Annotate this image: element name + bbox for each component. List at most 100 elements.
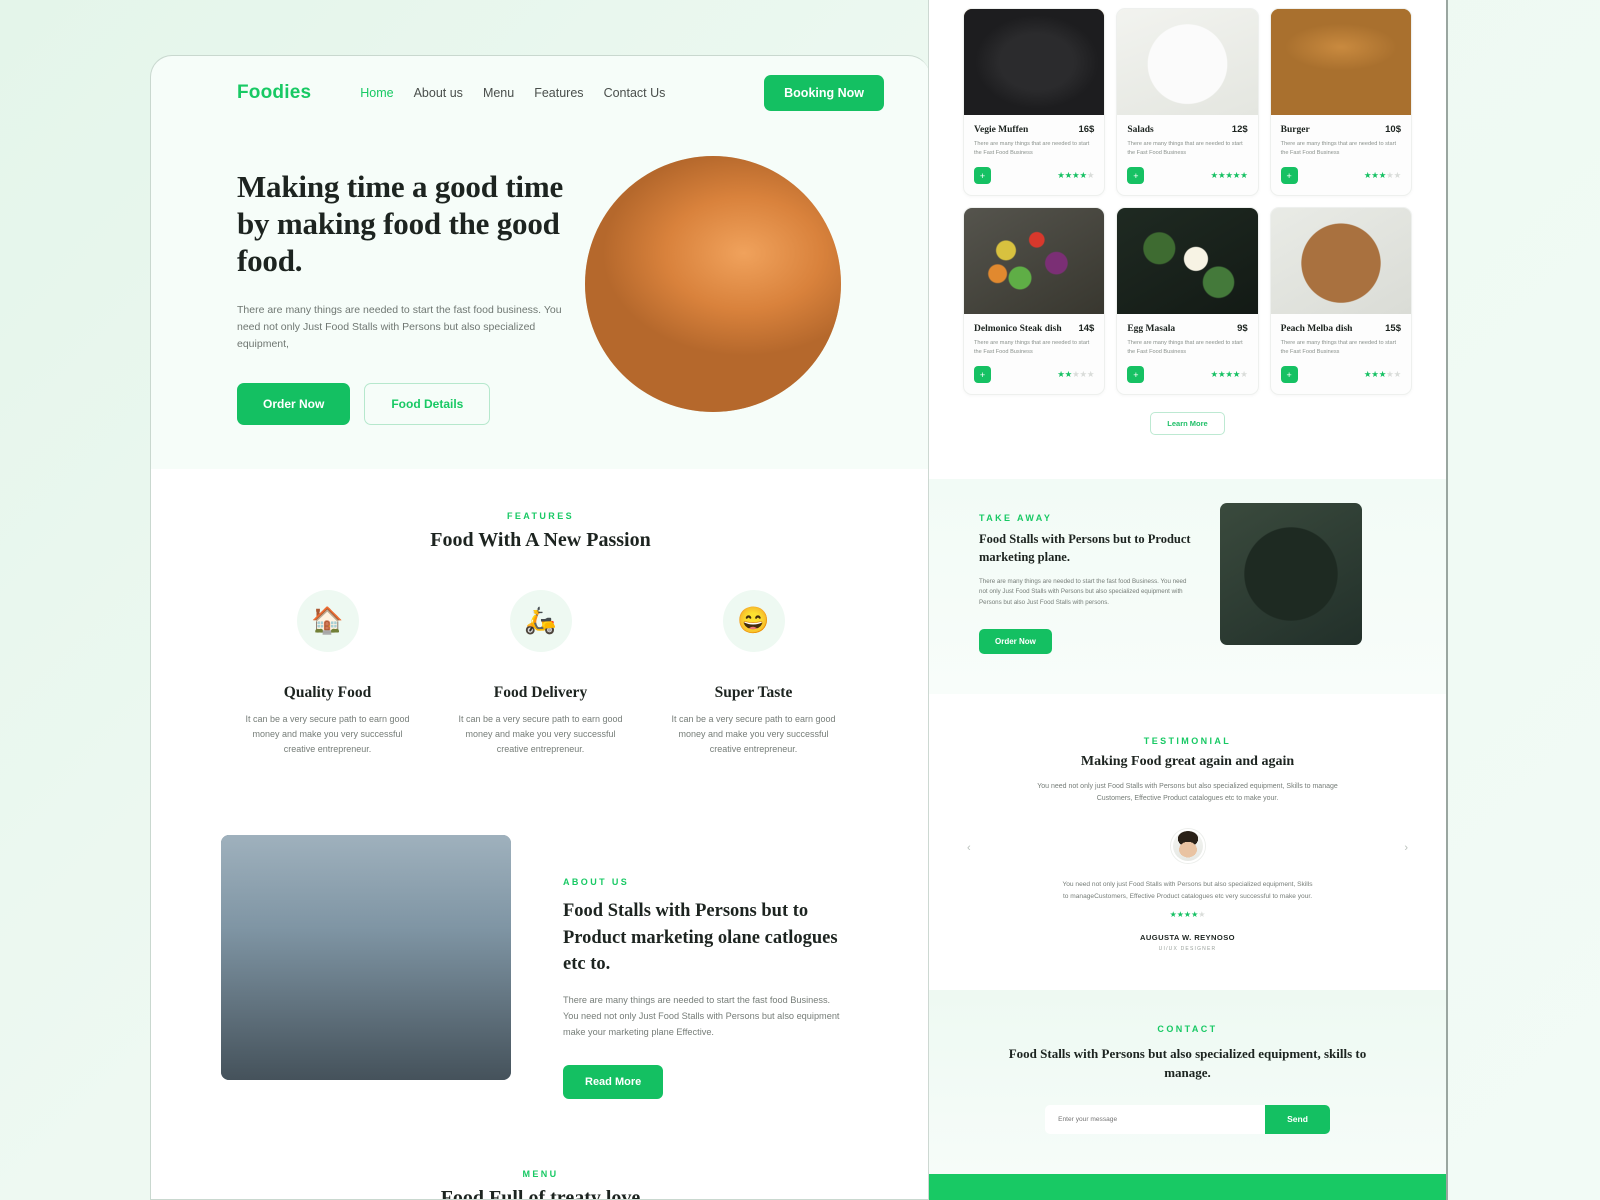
menu-eyebrow: MENU <box>522 1168 559 1179</box>
menu-card[interactable]: Delmonico Steak dish 14$ There are many … <box>963 207 1106 396</box>
carousel-next-arrow[interactable]: › <box>1404 842 1408 854</box>
takeaway-copy: TAKE AWAY Food Stalls with Persons but t… <box>979 513 1194 654</box>
scooter-delivery-icon: 🛵 <box>509 589 572 652</box>
nav-link-contact-us[interactable]: Contact Us <box>604 86 666 100</box>
lower-content-area: FEATURES Food With A New Passion 🏠 Quali… <box>151 468 930 1200</box>
menu-card[interactable]: Vegie Muffen 16$ There are many things t… <box>963 8 1106 197</box>
avatar <box>1170 829 1205 864</box>
learn-more-wrap: Learn More <box>929 412 1446 436</box>
takeaway-image <box>1220 503 1362 646</box>
menu-section-header: MENU Food Full of treaty love There are … <box>151 1168 930 1200</box>
send-button[interactable]: Send <box>1265 1104 1330 1134</box>
nav-link-features[interactable]: Features <box>534 86 583 100</box>
message-input[interactable] <box>1045 1104 1266 1134</box>
menu-card-image <box>1117 9 1258 115</box>
food-details-button[interactable]: Food Details <box>364 382 491 425</box>
hero-buttons: Order Now Food Details <box>237 382 567 425</box>
rating-stars: ★★★★★ <box>1363 369 1401 380</box>
brand-logo[interactable]: Foodies <box>237 82 311 104</box>
about-copy: ABOUT US Food Stalls with Persons but to… <box>563 835 853 1099</box>
about-eyebrow: ABOUT US <box>563 877 630 888</box>
add-to-cart-button[interactable]: + <box>1127 167 1145 185</box>
menu-card[interactable]: Burger 10$ There are many things that ar… <box>1269 8 1412 197</box>
hero-subtitle: There are many things are needed to star… <box>237 303 562 350</box>
menu-card-name: Burger <box>1280 125 1310 135</box>
menu-card-price: 14$ <box>1078 323 1095 335</box>
feature-card: 😄 Super Taste It can be a very secure pa… <box>647 589 860 758</box>
about-image <box>221 835 511 1081</box>
menu-card-price: 9$ <box>1237 323 1248 335</box>
testimonial-section: TESTIMONIAL Making Food great again and … <box>929 693 1446 990</box>
menu-card-desc: There are many things that are needed to… <box>974 141 1090 157</box>
grilled-chicken-photo <box>585 156 841 412</box>
add-to-cart-button[interactable]: + <box>1127 366 1145 384</box>
menu-card-price: 10$ <box>1385 124 1401 135</box>
menu-card[interactable]: Peach Melba dish 15$ There are many thin… <box>1269 207 1412 396</box>
smiling-face-icon: 😄 <box>722 589 785 652</box>
carousel-prev-arrow[interactable]: ‹ <box>967 842 971 854</box>
menu-card-name: Peach Melba dish <box>1280 324 1353 335</box>
testimonial-role: UI/UX DESIGNER <box>1158 945 1217 952</box>
menu-card-name: Egg Masala <box>1127 324 1176 335</box>
learn-more-button[interactable]: Learn More <box>1150 412 1225 436</box>
booking-now-button[interactable]: Booking Now <box>764 75 884 111</box>
takeaway-section: TAKE AWAY Food Stalls with Persons but t… <box>929 479 1446 694</box>
add-to-cart-button[interactable]: + <box>974 167 991 185</box>
steak-platter-photo <box>964 208 1105 315</box>
contact-section: CONTACT Food Stalls with Persons but als… <box>929 989 1446 1174</box>
egg-masala-photo <box>1117 208 1258 315</box>
hero-food-image <box>585 156 841 412</box>
takeaway-desc: There are many things are needed to star… <box>979 577 1187 606</box>
rating-stars: ★★★★★ <box>1363 170 1401 181</box>
features-section: FEATURES Food With A New Passion 🏠 Quali… <box>151 511 930 758</box>
menu-card-image <box>964 9 1105 115</box>
menu-card-image <box>1270 208 1411 315</box>
read-more-button[interactable]: Read More <box>563 1064 664 1099</box>
add-to-cart-button[interactable]: + <box>974 366 991 384</box>
grape-cheese-platter-photo <box>1220 503 1362 646</box>
features-title: Food With A New Passion <box>430 528 651 551</box>
woman-eating-salad-photo <box>221 835 511 1081</box>
menu-card[interactable]: Salads 12$ There are many things that ar… <box>1116 8 1259 197</box>
rating-stars: ★★★★★ <box>1057 369 1095 380</box>
takeaway-eyebrow: TAKE AWAY <box>979 513 1053 524</box>
feature-desc: It can be a very secure path to earn goo… <box>458 713 623 755</box>
hero-copy: Making time a good time by making food t… <box>237 162 567 425</box>
menu-card-desc: There are many things that are needed to… <box>1280 141 1397 157</box>
nav-link-about-us[interactable]: About us <box>414 86 463 100</box>
takeaway-order-now-button[interactable]: Order Now <box>979 628 1052 654</box>
peach-melba-photo <box>1270 208 1411 315</box>
hero-section: Making time a good time by making food t… <box>151 118 930 425</box>
feature-desc: It can be a very secure path to earn goo… <box>245 713 410 755</box>
features-eyebrow: FEATURES <box>506 510 575 521</box>
testimonial-eyebrow: TESTIMONIAL <box>1143 735 1232 746</box>
roast-chicken-photo <box>964 9 1105 115</box>
feature-card: 🏠 Quality Food It can be a very secure p… <box>221 589 434 758</box>
house-icon: 🏠 <box>296 589 359 652</box>
feature-desc: It can be a very secure path to earn goo… <box>671 713 836 755</box>
menu-card-image <box>1117 208 1258 315</box>
about-desc: There are many things are needed to star… <box>563 995 840 1037</box>
add-to-cart-button[interactable]: + <box>1280 167 1298 185</box>
menu-card-image <box>1270 9 1411 115</box>
menu-card[interactable]: Egg Masala 9$ There are many things that… <box>1116 207 1259 396</box>
testimonial-quote: You need not only just Food Stalls with … <box>1062 881 1313 901</box>
testimonial-subtitle: You need not only just Food Stalls with … <box>1037 782 1338 802</box>
right-page-panel: Vegie Muffen 16$ There are many things t… <box>928 0 1448 1200</box>
nav-link-home[interactable]: Home <box>360 86 393 100</box>
tomato-salad-photo <box>1117 9 1258 115</box>
about-section: ABOUT US Food Stalls with Persons but to… <box>151 835 930 1099</box>
menu-card-desc: There are many things that are needed to… <box>1127 340 1243 356</box>
menu-card-price: 16$ <box>1078 124 1095 135</box>
rating-stars: ★★★★★ <box>1210 170 1248 181</box>
footer: Foodies www.companyname.com companyname@… <box>929 1173 1446 1200</box>
menu-card-name: Vegie Muffen <box>974 125 1029 135</box>
reviewer-avatar-photo <box>1172 831 1203 862</box>
add-to-cart-button[interactable]: + <box>1280 366 1298 384</box>
menu-title: Food Full of treaty love <box>440 1186 641 1200</box>
menu-card-price: 15$ <box>1385 323 1401 335</box>
nav-link-menu[interactable]: Menu <box>483 86 514 100</box>
left-page-panel: Foodies Home About us Menu Features Cont… <box>150 55 930 1200</box>
testimonial-title: Making Food great again and again <box>1080 753 1295 769</box>
order-now-button[interactable]: Order Now <box>237 382 351 425</box>
